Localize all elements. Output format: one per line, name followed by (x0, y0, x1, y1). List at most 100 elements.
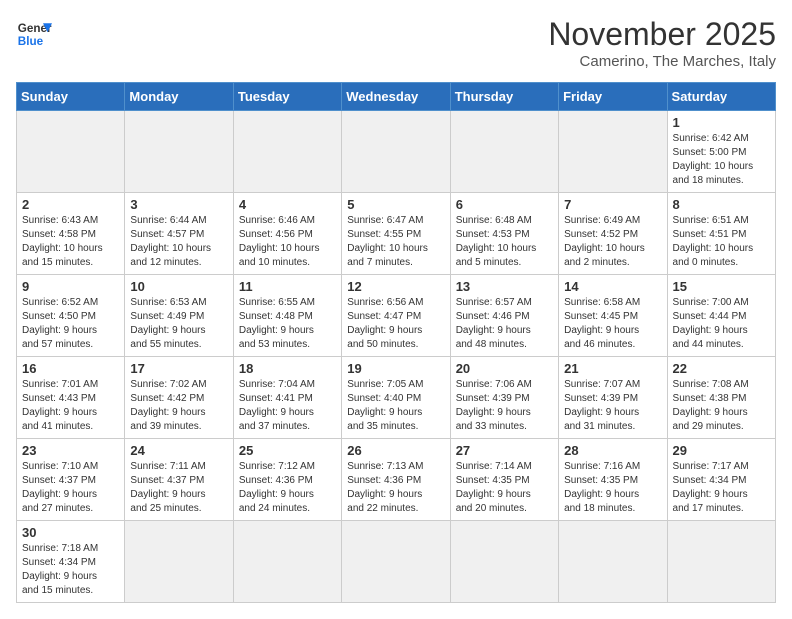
calendar-cell: 1 Sunrise: 6:42 AM Sunset: 5:00 PM Daylig… (667, 111, 775, 193)
day-number: 17 (130, 361, 227, 376)
day-number: 25 (239, 443, 336, 458)
calendar-cell: 12 Sunrise: 6:56 AM Sunset: 4:47 PM Dayli… (342, 275, 450, 357)
day-number: 2 (22, 197, 119, 212)
day-number: 7 (564, 197, 661, 212)
month-title: November 2025 (548, 16, 776, 53)
day-info: Sunrise: 6:53 AM Sunset: 4:49 PM Dayligh… (130, 296, 227, 352)
header-day-sunday: Sunday (17, 83, 125, 111)
calendar-cell: 21Sunrise: 7:07 AM Sunset: 4:39 PM Dayli… (559, 357, 667, 439)
day-info: Sunrise: 7:13 AM Sunset: 4:36 PM Dayligh… (347, 460, 444, 516)
calendar-cell (125, 111, 233, 193)
calendar-cell: 24 Sunrise: 7:11 AM Sunset: 4:37 PM Dayli… (125, 439, 233, 521)
day-number: 23 (22, 443, 119, 458)
day-info: Sunrise: 7:01 AM Sunset: 4:43 PM Dayligh… (22, 378, 119, 434)
calendar-cell: 29Sunrise: 7:17 AM Sunset: 4:34 PM Dayli… (667, 439, 775, 521)
day-number: 6 (456, 197, 553, 212)
day-info: Sunrise: 6:47 AM Sunset: 4:55 PM Dayligh… (347, 214, 444, 270)
calendar-cell: 17 Sunrise: 7:02 AM Sunset: 4:42 PM Dayli… (125, 357, 233, 439)
day-number: 5 (347, 197, 444, 212)
day-info: Sunrise: 6:52 AM Sunset: 4:50 PM Dayligh… (22, 296, 119, 352)
day-number: 27 (456, 443, 553, 458)
day-number: 11 (239, 279, 336, 294)
day-number: 15 (673, 279, 770, 294)
day-number: 1 (673, 115, 770, 130)
calendar-cell (125, 521, 233, 603)
day-number: 10 (130, 279, 227, 294)
calendar-cell (559, 111, 667, 193)
day-info: Sunrise: 6:42 AM Sunset: 5:00 PM Dayligh… (673, 132, 770, 188)
calendar-cell (342, 521, 450, 603)
calendar-cell: 23 Sunrise: 7:10 AM Sunset: 4:37 PM Dayli… (17, 439, 125, 521)
calendar-cell: 13 Sunrise: 6:57 AM Sunset: 4:46 PM Dayli… (450, 275, 558, 357)
location-subtitle: Camerino, The Marches, Italy (548, 53, 776, 70)
calendar-table: SundayMondayTuesdayWednesdayThursdayFrid… (16, 82, 776, 603)
day-info: Sunrise: 6:55 AM Sunset: 4:48 PM Dayligh… (239, 296, 336, 352)
week-row-3: 16Sunrise: 7:01 AM Sunset: 4:43 PM Dayli… (17, 357, 776, 439)
day-number: 9 (22, 279, 119, 294)
day-number: 22 (673, 361, 770, 376)
day-info: Sunrise: 6:46 AM Sunset: 4:56 PM Dayligh… (239, 214, 336, 270)
calendar-cell: 14 Sunrise: 6:58 AM Sunset: 4:45 PM Dayli… (559, 275, 667, 357)
calendar-cell: 28Sunrise: 7:16 AM Sunset: 4:35 PM Dayli… (559, 439, 667, 521)
calendar-cell: 4 Sunrise: 6:46 AM Sunset: 4:56 PM Daylig… (233, 193, 341, 275)
header-row: SundayMondayTuesdayWednesdayThursdayFrid… (17, 83, 776, 111)
day-info: Sunrise: 7:00 AM Sunset: 4:44 PM Dayligh… (673, 296, 770, 352)
day-info: Sunrise: 6:57 AM Sunset: 4:46 PM Dayligh… (456, 296, 553, 352)
day-info: Sunrise: 6:58 AM Sunset: 4:45 PM Dayligh… (564, 296, 661, 352)
calendar-cell: 2 Sunrise: 6:43 AM Sunset: 4:58 PM Daylig… (17, 193, 125, 275)
calendar-cell: 5 Sunrise: 6:47 AM Sunset: 4:55 PM Daylig… (342, 193, 450, 275)
day-info: Sunrise: 7:11 AM Sunset: 4:37 PM Dayligh… (130, 460, 227, 516)
day-info: Sunrise: 7:02 AM Sunset: 4:42 PM Dayligh… (130, 378, 227, 434)
day-number: 20 (456, 361, 553, 376)
day-info: Sunrise: 7:05 AM Sunset: 4:40 PM Dayligh… (347, 378, 444, 434)
header-day-saturday: Saturday (667, 83, 775, 111)
day-number: 18 (239, 361, 336, 376)
calendar-cell (17, 111, 125, 193)
day-info: Sunrise: 7:18 AM Sunset: 4:34 PM Dayligh… (22, 542, 119, 598)
week-row-0: 1 Sunrise: 6:42 AM Sunset: 5:00 PM Daylig… (17, 111, 776, 193)
calendar-cell: 20 Sunrise: 7:06 AM Sunset: 4:39 PM Dayli… (450, 357, 558, 439)
calendar-cell: 26 Sunrise: 7:13 AM Sunset: 4:36 PM Dayli… (342, 439, 450, 521)
calendar-cell: 30 Sunrise: 7:18 AM Sunset: 4:34 PM Dayli… (17, 521, 125, 603)
calendar-cell (450, 521, 558, 603)
day-number: 12 (347, 279, 444, 294)
day-number: 26 (347, 443, 444, 458)
day-number: 24 (130, 443, 227, 458)
day-info: Sunrise: 7:04 AM Sunset: 4:41 PM Dayligh… (239, 378, 336, 434)
calendar-cell: 15 Sunrise: 7:00 AM Sunset: 4:44 PM Dayli… (667, 275, 775, 357)
calendar-cell: 11 Sunrise: 6:55 AM Sunset: 4:48 PM Dayli… (233, 275, 341, 357)
day-info: Sunrise: 7:10 AM Sunset: 4:37 PM Dayligh… (22, 460, 119, 516)
title-area: November 2025 Camerino, The Marches, Ita… (548, 16, 776, 70)
calendar-cell: 19 Sunrise: 7:05 AM Sunset: 4:40 PM Dayli… (342, 357, 450, 439)
svg-text:Blue: Blue (18, 35, 44, 48)
week-row-1: 2 Sunrise: 6:43 AM Sunset: 4:58 PM Daylig… (17, 193, 776, 275)
day-info: Sunrise: 7:06 AM Sunset: 4:39 PM Dayligh… (456, 378, 553, 434)
header-day-monday: Monday (125, 83, 233, 111)
day-number: 8 (673, 197, 770, 212)
calendar-body: 1 Sunrise: 6:42 AM Sunset: 5:00 PM Daylig… (17, 111, 776, 603)
calendar-cell: 22Sunrise: 7:08 AM Sunset: 4:38 PM Dayli… (667, 357, 775, 439)
day-info: Sunrise: 7:16 AM Sunset: 4:35 PM Dayligh… (564, 460, 661, 516)
day-number: 13 (456, 279, 553, 294)
calendar-cell (667, 521, 775, 603)
day-info: Sunrise: 6:43 AM Sunset: 4:58 PM Dayligh… (22, 214, 119, 270)
day-number: 30 (22, 525, 119, 540)
calendar-cell: 25Sunrise: 7:12 AM Sunset: 4:36 PM Dayli… (233, 439, 341, 521)
calendar-cell (233, 111, 341, 193)
calendar-cell: 3Sunrise: 6:44 AM Sunset: 4:57 PM Daylig… (125, 193, 233, 275)
calendar-cell (342, 111, 450, 193)
day-number: 21 (564, 361, 661, 376)
day-info: Sunrise: 6:49 AM Sunset: 4:52 PM Dayligh… (564, 214, 661, 270)
day-number: 29 (673, 443, 770, 458)
header-day-tuesday: Tuesday (233, 83, 341, 111)
day-number: 14 (564, 279, 661, 294)
day-number: 19 (347, 361, 444, 376)
calendar-cell (559, 521, 667, 603)
day-number: 3 (130, 197, 227, 212)
day-info: Sunrise: 6:51 AM Sunset: 4:51 PM Dayligh… (673, 214, 770, 270)
day-number: 4 (239, 197, 336, 212)
calendar-cell: 7 Sunrise: 6:49 AM Sunset: 4:52 PM Daylig… (559, 193, 667, 275)
week-row-5: 30 Sunrise: 7:18 AM Sunset: 4:34 PM Dayli… (17, 521, 776, 603)
day-info: Sunrise: 6:56 AM Sunset: 4:47 PM Dayligh… (347, 296, 444, 352)
day-info: Sunrise: 6:48 AM Sunset: 4:53 PM Dayligh… (456, 214, 553, 270)
